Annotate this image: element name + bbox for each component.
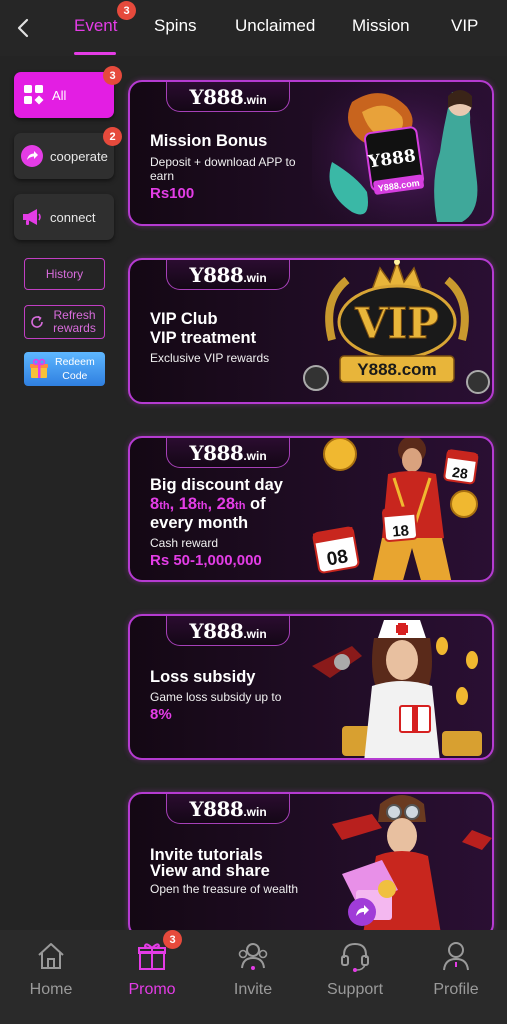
redeem-code-button[interactable]: Redeem Code <box>24 352 105 386</box>
svg-text:18: 18 <box>392 522 410 540</box>
home-icon <box>38 943 64 969</box>
bottom-nav-bar: Home Promo 3 Invite Support Profile <box>0 930 507 1024</box>
banner-subtitle: Open the treasure of wealth <box>150 882 299 896</box>
y888-logo: Y888 .win <box>166 794 290 824</box>
tab-vip[interactable]: VIP <box>451 16 478 36</box>
y888-logo: Y888 .win <box>166 438 290 468</box>
sidebar-item-label: All <box>52 87 67 103</box>
banner-title: VIP treatment <box>150 329 257 347</box>
gift-icon <box>138 943 166 970</box>
svg-text:VIP: VIP <box>354 299 439 348</box>
nav-profile[interactable]: Profile <box>406 930 506 1024</box>
man-with-calendars-artwork: 28 18 08 <box>312 438 479 580</box>
nav-label: Invite <box>233 981 273 998</box>
banner-highlight: Rs100 <box>150 185 195 202</box>
refresh-rewards-button[interactable]: Refresh rewards <box>24 305 105 339</box>
nav-invite[interactable]: Invite <box>203 930 303 1024</box>
nav-promo[interactable]: Promo 3 <box>102 930 202 1024</box>
sidebar-item-label: connect <box>50 209 96 225</box>
banner-title: Mission Bonus <box>150 132 268 150</box>
promo-banner-big-discount-day[interactable]: Y888 .win Big discount day 8th, 18th, 28t… <box>128 436 494 582</box>
promo-banner-mission-bonus[interactable]: Y888 .win Mission Bonus Deposit + downloa… <box>128 80 494 226</box>
banner-title: VIP Club <box>150 310 218 328</box>
grid-icon <box>24 85 44 105</box>
nav-label: Profile <box>433 981 479 998</box>
people-icon <box>238 943 268 970</box>
sidebar-item-cooperate[interactable]: cooperate <box>14 133 114 179</box>
nav-support[interactable]: Support <box>305 930 405 1024</box>
banner-subtitle: Cash reward <box>150 536 219 550</box>
nav-label: Support <box>326 981 384 998</box>
tab-event[interactable]: Event <box>74 16 117 36</box>
promo-banner-loss-subsidy[interactable]: Y888 .win Loss subsidy Game loss subsidy … <box>128 614 494 760</box>
tab-event-badge: 3 <box>117 1 136 20</box>
nurse-with-coins-artwork <box>312 620 482 758</box>
banner-subtitle: earn <box>150 169 175 183</box>
pilot-girl-artwork <box>332 795 492 936</box>
sidebar-item-all[interactable]: All <box>14 72 114 118</box>
sidebar-all-badge: 3 <box>103 66 122 85</box>
sidebar-cooperate-badge: 2 <box>103 127 122 146</box>
history-button[interactable]: History <box>24 258 105 290</box>
sidebar-item-label: cooperate <box>50 148 108 164</box>
y888-logo: Y888 .win <box>166 260 290 290</box>
banner-subtitle: Exclusive VIP rewards <box>150 351 270 365</box>
tab-spins[interactable]: Spins <box>154 16 197 36</box>
svg-text:08: 08 <box>325 546 349 570</box>
refresh-icon <box>30 315 43 328</box>
svg-text:Y888.com: Y888.com <box>357 360 436 379</box>
refresh-rewards-label: Refresh rewards <box>53 308 96 335</box>
nav-home[interactable]: Home <box>1 930 101 1024</box>
gift-box-icon <box>30 358 48 378</box>
banner-title: 8th, 18th, 28th of <box>150 495 266 513</box>
y888-logo: Y888 .win <box>166 82 290 112</box>
banner-subtitle: Game loss subsidy up to <box>150 690 282 704</box>
tab-unclaimed[interactable]: Unclaimed <box>235 16 315 36</box>
vip-crown-emblem: VIP Y888.com <box>303 260 490 394</box>
y888-logo: Y888 .win <box>166 616 290 646</box>
sidebar-item-connect[interactable]: connect <box>14 194 114 240</box>
nav-label: Promo <box>128 981 176 998</box>
share-arrow-icon <box>21 145 43 167</box>
banner-title: View and share <box>150 862 270 880</box>
active-tab-indicator <box>74 52 116 55</box>
redeem-code-label: Redeem Code <box>55 356 95 382</box>
promo-banner-invite-tutorials[interactable]: Y888 .win Invite tutorials View and share… <box>128 792 494 938</box>
banner-title: every month <box>150 514 249 532</box>
svg-text:28: 28 <box>451 464 469 482</box>
megaphone-icon <box>23 209 41 225</box>
banner-subtitle: Deposit + download APP to <box>150 155 296 169</box>
banner-highlight: 8% <box>150 706 172 723</box>
tab-mission[interactable]: Mission <box>352 16 410 36</box>
promo-banner-vip-club[interactable]: Y888 .win VIP Club VIP treatment Exclusiv… <box>128 258 494 404</box>
person-icon <box>443 942 469 971</box>
history-label: History <box>45 266 84 281</box>
banner-title: Loss subsidy <box>150 668 256 686</box>
top-tab-bar: Event 3 Spins Unclaimed Mission VIP <box>0 0 507 56</box>
nav-label: Home <box>29 981 73 998</box>
dragon-card-artwork: Y888 Y888.com <box>312 82 492 224</box>
nav-promo-badge: 3 <box>163 930 182 949</box>
banner-highlight: Rs 50-1,000,000 <box>150 552 262 569</box>
banner-title: Big discount day <box>150 476 283 494</box>
back-arrow-icon[interactable] <box>10 12 38 44</box>
headset-icon <box>341 942 369 972</box>
